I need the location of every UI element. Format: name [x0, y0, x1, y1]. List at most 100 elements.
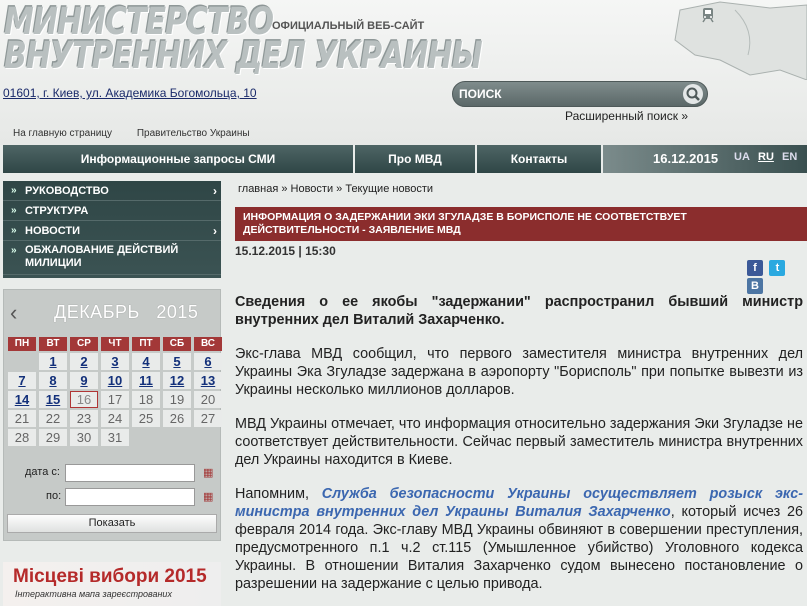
calendar-day: 20 [194, 391, 222, 408]
article-headline: ИНФОРМАЦИЯ О ЗАДЕРЖАНИИ ЭКИ ЗГУЛАДЗЕ В Б… [235, 207, 807, 241]
sidebar-menu: » РУКОВОДСТВО › » СТРУКТУРА » НОВОСТИ › … [3, 181, 221, 278]
current-date: 16.12.2015 [653, 151, 719, 166]
train-icon[interactable] [700, 6, 716, 24]
calendar-day[interactable]: 2 [70, 353, 98, 370]
banner-subtitle: Інтерактивна мапа зареєстрованих [15, 589, 172, 599]
calendar-day: 18 [132, 391, 160, 408]
calendar-picker-icon[interactable]: ▦ [203, 490, 217, 504]
sidebar-item-label: СТРУКТУРА [25, 205, 89, 217]
calendar-weekday: ПТ [132, 337, 160, 351]
calendar-day[interactable]: 8 [39, 372, 67, 389]
site-header: МИНИСТЕРСТВО ВНУТРЕННИХ ДЕЛ УКРАИНЫ ОФИЦ… [0, 0, 807, 145]
nav-media-requests[interactable]: Информационные запросы СМИ [3, 145, 355, 173]
banner-title: Місцеві вибори 2015 [13, 566, 207, 587]
chevron-right-icon: › [213, 224, 217, 238]
calendar-day[interactable]: 4 [132, 353, 160, 370]
calendar-day: 29 [39, 429, 67, 446]
calendar-month: ДЕКАБРЬ [54, 302, 140, 322]
calendar-day: 16 [70, 391, 98, 408]
address-link[interactable]: 01601, г. Киев, ул. Академика Богомольца… [3, 86, 257, 100]
search-button[interactable] [683, 84, 703, 104]
advanced-search-link[interactable]: Расширенный поиск » [565, 109, 688, 123]
calendar-day: 27 [194, 410, 222, 427]
calendar-day: 21 [8, 410, 36, 427]
sidebar-item-appeal[interactable]: » ОБЖАЛОВАНИЕ ДЕЙСТВИЙ МИЛИЦИИ [3, 241, 221, 275]
calendar-grid: ПН ВТ СР ЧТ ПТ СБ ВС 1 2 3 4 5 6 7 8 9 10 11 12 13 14 15 16 17 1… [8, 337, 222, 446]
calendar-day[interactable]: 6 [194, 353, 222, 370]
calendar-widget: ‹ ДЕКАБРЬ 2015 ПН ВТ СР ЧТ ПТ СБ ВС 1 2 3 4 5 6 7 8 9 10… [3, 289, 222, 541]
calendar-day[interactable]: 14 [8, 391, 36, 408]
calendar-day[interactable]: 5 [163, 353, 191, 370]
lang-ua-link[interactable]: UA [734, 151, 750, 163]
date-lang-bar: 16.12.2015 UA RU EN [603, 145, 807, 173]
paragraph-text: Напомним, [235, 486, 322, 502]
date-to-input[interactable] [65, 488, 195, 506]
calendar-weekday: СБ [163, 337, 191, 351]
calendar-title: ДЕКАБРЬ 2015 [54, 302, 198, 323]
twitter-icon[interactable]: t [769, 260, 786, 276]
top-links: На главную страницу Правительство Украин… [13, 128, 272, 139]
nav-about[interactable]: Про МВД [355, 145, 477, 173]
article-date: 15.12.2015 | 15:30 [235, 244, 336, 258]
article-paragraph: Экс-глава МВД сообщил, что первого замес… [235, 346, 803, 398]
calendar-day[interactable]: 1 [39, 353, 67, 370]
nav-contacts[interactable]: Контакты [477, 145, 603, 173]
elections-banner[interactable]: Місцеві вибори 2015 Інтерактивна мапа за… [3, 562, 221, 606]
calendar-day[interactable]: 11 [132, 372, 160, 389]
article-body: Сведения о ее якобы "задержании" распрос… [235, 293, 803, 606]
calendar-day[interactable]: 3 [101, 353, 129, 370]
calendar-year: 2015 [156, 302, 199, 322]
calendar-day: 26 [163, 410, 191, 427]
sidebar-item-label: РУКОВОДСТВО [25, 185, 109, 197]
article-paragraph: Напомним, Служба безопасности Украины ос… [235, 485, 803, 593]
calendar-weekday: ПН [8, 337, 36, 351]
chevron-left-icon[interactable]: ‹ [10, 300, 17, 326]
logo-line-2[interactable]: ВНУТРЕННИХ ДЕЛ УКРАИНЫ [4, 34, 483, 78]
date-to-label: по: [46, 490, 62, 502]
calendar-day[interactable]: 7 [8, 372, 36, 389]
calendar-weekday: ЧТ [101, 337, 129, 351]
ukraine-map-icon [674, 1, 807, 80]
show-button[interactable]: Показать [7, 514, 217, 533]
lang-en-link[interactable]: EN [782, 151, 797, 163]
government-link[interactable]: Правительство Украины [137, 128, 250, 139]
calendar-day[interactable]: 15 [39, 391, 67, 408]
calendar-day: 23 [70, 410, 98, 427]
home-link[interactable]: На главную страницу [13, 128, 112, 139]
search-input[interactable] [457, 85, 673, 103]
calendar-day: 19 [163, 391, 191, 408]
search-box [452, 81, 708, 107]
chevron-right-icon: › [213, 184, 217, 198]
calendar-day[interactable]: 13 [194, 372, 222, 389]
calendar-picker-icon[interactable]: ▦ [203, 466, 217, 480]
calendar-day: 30 [70, 429, 98, 446]
article-lead: Сведения о ее якобы "задержании" распрос… [235, 294, 803, 328]
calendar-day: 24 [101, 410, 129, 427]
calendar-day: 25 [132, 410, 160, 427]
date-from-input[interactable] [65, 464, 195, 482]
calendar-empty-cell [132, 429, 160, 446]
bullet-icon: » [11, 185, 17, 196]
calendar-weekday: ВС [194, 337, 222, 351]
search-icon [686, 87, 700, 101]
sidebar-item-news[interactable]: » НОВОСТИ › [3, 221, 221, 241]
bullet-icon: » [11, 225, 17, 236]
calendar-day: 28 [8, 429, 36, 446]
calendar-day: 22 [39, 410, 67, 427]
vk-icon[interactable]: B [747, 278, 763, 294]
calendar-empty-cell [194, 429, 222, 446]
calendar-day[interactable]: 12 [163, 372, 191, 389]
facebook-icon[interactable]: f [747, 260, 763, 276]
sidebar-item-label: ОБЖАЛОВАНИЕ ДЕЙСТВИЙ МИЛИЦИИ [25, 244, 179, 269]
sidebar-item-structure[interactable]: » СТРУКТУРА [3, 201, 221, 221]
calendar-day[interactable]: 10 [101, 372, 129, 389]
lang-ru-link[interactable]: RU [758, 151, 774, 163]
sidebar-item-leadership[interactable]: » РУКОВОДСТВО › [3, 181, 221, 201]
share-buttons: f t B [745, 258, 807, 294]
bullet-icon: » [11, 245, 17, 256]
calendar-day: 31 [101, 429, 129, 446]
breadcrumb[interactable]: главная » Новости » Текущие новости [238, 183, 433, 195]
calendar-day[interactable]: 9 [70, 372, 98, 389]
calendar-empty-cell [8, 353, 36, 370]
calendar-weekday: СР [70, 337, 98, 351]
